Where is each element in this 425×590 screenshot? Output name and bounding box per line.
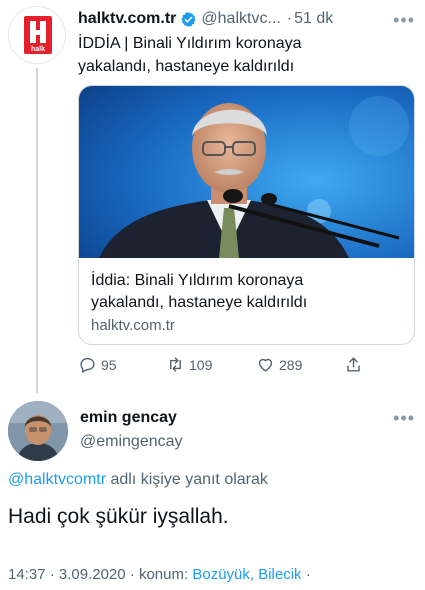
meta-separator: · [45,566,59,583]
thread-line [36,68,38,393]
retweet-count: 109 [189,356,213,373]
meta-separator: · [125,566,139,583]
location-link[interactable]: Bozüyük, Bilecik [192,566,301,583]
reply-author-handle[interactable]: @emingencay [80,433,183,451]
tweet-header: halktv.com.tr @halktvc... · 51 dk ••• [78,8,419,30]
share-action[interactable] [344,355,363,374]
reply-text: Hadi çok şükür iyşallah. [8,505,229,528]
reply-author-name[interactable]: emin gencay [80,409,177,427]
card-title: İddia: Binali Yıldırım koronaya yakaland… [91,270,406,314]
retweet-action[interactable]: 109 [166,355,212,374]
separator-dot: · [286,10,293,27]
replying-mention-link[interactable]: @halktvcomtr [8,471,106,488]
card-domain: halktv.com.tr [91,317,175,334]
location-label: konum: [138,566,189,583]
reply-meta: 14:37 · 3.09.2020 · konum: Bozüyük, Bile… [8,566,311,583]
replying-suffix: adlı kişiye yanıt olarak [106,471,268,488]
card-title-line2: yakalandı, hastaneye kaldırıldı [91,294,308,311]
reply-icon [80,357,95,373]
more-horizontal-icon[interactable]: ••• [393,408,415,429]
halktv-logo-text: halk [31,46,45,53]
emin-avatar[interactable] [8,401,68,461]
tweet-text-line1: İDDİA | Binali Yıldırım koronaya [78,35,302,52]
tweet-text: İDDİA | Binali Yıldırım koronaya yakalan… [78,32,413,78]
verified-badge-icon [181,11,196,27]
reply-time[interactable]: 14:37 [8,566,46,583]
tweet-time[interactable]: 51 dk [294,10,333,28]
meta-separator: · [301,566,311,583]
reply-date[interactable]: 3.09.2020 [59,566,126,583]
profile-photo-icon [8,401,68,461]
halktv-logo-icon: halk [9,7,65,63]
reply-count: 95 [101,356,117,373]
like-count: 289 [279,356,303,373]
tweet-actions: 95 109 289 [78,355,378,377]
more-horizontal-icon[interactable]: ••• [393,10,415,31]
card-title-line1: İddia: Binali Yıldırım koronaya [91,272,304,289]
reply-action[interactable]: 95 [78,355,117,374]
like-action[interactable]: 289 [256,355,302,374]
author-handle[interactable]: @halktvc... [201,10,280,28]
card-image [79,86,414,258]
link-card[interactable]: İddia: Binali Yıldırım koronaya yakaland… [78,85,415,345]
tweet-text-line2: yakalandı, hastaneye kaldırıldı [78,58,295,75]
heart-icon [258,358,273,372]
halktv-avatar[interactable]: halk [8,6,66,64]
author-name[interactable]: halktv.com.tr [78,10,176,28]
share-icon [347,357,360,372]
replying-to: @halktvcomtr adlı kişiye yanıt olarak [8,471,268,489]
retweet-icon [170,357,181,372]
